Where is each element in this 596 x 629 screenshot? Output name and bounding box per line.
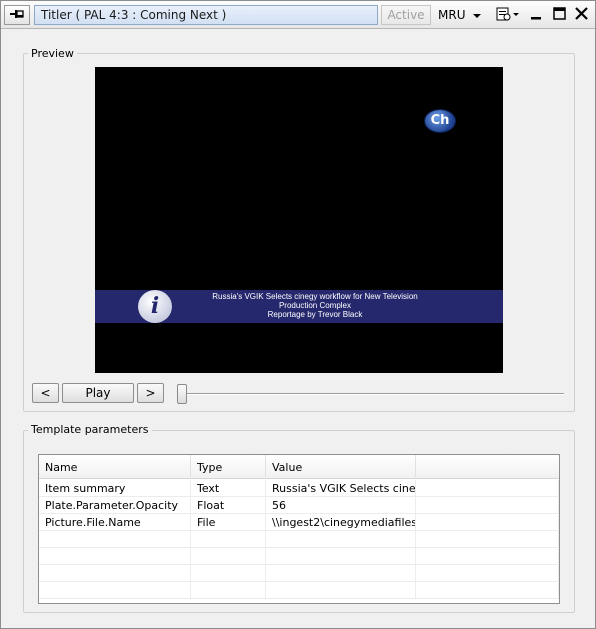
parameters-table: Name Type Value Item summary Text Russia's… <box>38 454 560 604</box>
cell-value <box>266 548 416 565</box>
banner-text: Russia's VGIK Selects cinegy workflow fo… <box>185 292 445 319</box>
close-icon <box>574 7 588 23</box>
template-parameters-title: Template parameters <box>28 423 152 436</box>
cell-value: Russia's VGIK Selects cinegy w <box>266 480 416 497</box>
cell-type: Float <box>191 497 266 514</box>
cell-name: Picture.File.Name <box>39 514 191 531</box>
cell-name <box>39 531 191 548</box>
banner-line: Russia's VGIK Selects cinegy workflow fo… <box>212 292 418 301</box>
channel-logo: Ch <box>425 110 455 132</box>
cell-name: Item summary <box>39 480 191 497</box>
preview-group-title: Preview <box>28 47 77 60</box>
table-row[interactable]: Plate.Parameter.Opacity Float 56 <box>39 497 559 514</box>
cell-empty <box>416 531 559 548</box>
cell-type <box>191 565 266 582</box>
cell-type: File <box>191 514 266 531</box>
lower-third-banner: i Russia's VGIK Selects cinegy workflow … <box>95 290 503 323</box>
cell-empty <box>416 582 559 599</box>
title-bar: Titler ( PAL 4:3 : Coming Next ) Active … <box>1 1 595 29</box>
active-button[interactable]: Active <box>381 5 431 25</box>
mru-dropdown[interactable]: MRU <box>434 5 490 25</box>
table-row[interactable] <box>39 548 559 565</box>
cell-empty <box>416 497 559 514</box>
cell-value <box>266 582 416 599</box>
banner-line: Production Complex <box>278 301 352 310</box>
cell-type <box>191 548 266 565</box>
close-button[interactable] <box>572 6 590 24</box>
dropdown-arrow-icon <box>473 6 482 24</box>
settings-button[interactable] <box>494 6 522 24</box>
cell-type <box>191 582 266 599</box>
window-title: Titler ( PAL 4:3 : Coming Next ) <box>34 5 378 25</box>
previous-button[interactable]: < <box>32 383 59 403</box>
preview-screen: Ch i Russia's VGIK Selects cinegy workfl… <box>95 67 503 373</box>
column-header-name[interactable]: Name <box>39 455 191 479</box>
column-header-type[interactable]: Type <box>191 455 266 479</box>
cell-value: \\ingest2\cinegymediafiles\Rec <box>266 514 416 531</box>
table-row[interactable] <box>39 531 559 548</box>
info-icon: i <box>138 290 172 323</box>
mru-label: MRU <box>438 8 466 22</box>
banner-line: Reportage by Trevor Black <box>267 310 363 319</box>
titler-window: Titler ( PAL 4:3 : Coming Next ) Active … <box>0 0 596 629</box>
cell-value <box>266 565 416 582</box>
maximize-icon <box>552 7 566 23</box>
table-row[interactable]: Item summary Text Russia's VGIK Selects ci… <box>39 480 559 497</box>
maximize-button[interactable] <box>550 6 568 24</box>
cell-type: Text <box>191 480 266 497</box>
settings-icon <box>495 6 521 25</box>
cell-empty <box>416 514 559 531</box>
next-button[interactable]: > <box>137 383 164 403</box>
cell-name <box>39 548 191 565</box>
cell-name: Plate.Parameter.Opacity <box>39 497 191 514</box>
minimize-button[interactable] <box>527 6 545 24</box>
cell-value <box>266 531 416 548</box>
table-row[interactable] <box>39 582 559 599</box>
minimize-icon <box>530 8 542 23</box>
cell-empty <box>416 565 559 582</box>
pin-icon <box>9 8 25 23</box>
cell-value: 56 <box>266 497 416 514</box>
timeline-slider-track[interactable] <box>177 393 564 395</box>
pin-button[interactable] <box>4 5 30 25</box>
table-row[interactable] <box>39 565 559 582</box>
cell-name <box>39 565 191 582</box>
cell-empty <box>416 480 559 497</box>
play-button[interactable]: Play <box>62 383 134 403</box>
cell-type <box>191 531 266 548</box>
column-header-value[interactable]: Value <box>266 455 416 479</box>
table-row[interactable]: Picture.File.Name File \\ingest2\cinegymed… <box>39 514 559 531</box>
timeline-slider-thumb[interactable] <box>177 384 187 404</box>
cell-name <box>39 582 191 599</box>
cell-empty <box>416 548 559 565</box>
table-header: Name Type Value <box>39 455 559 479</box>
